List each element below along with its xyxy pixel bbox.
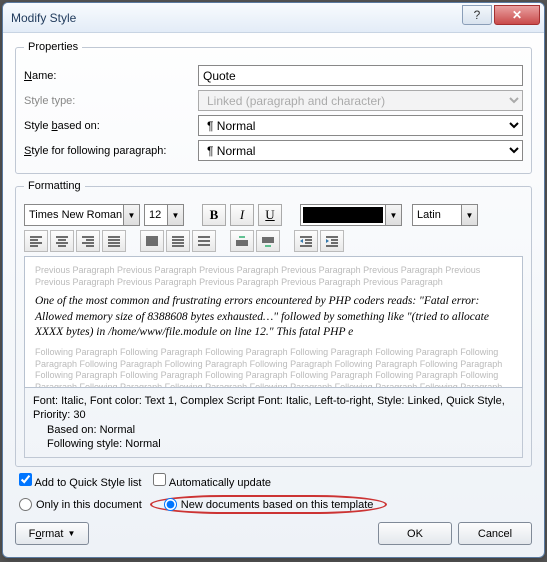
chevron-down-icon: ▼ <box>67 529 75 538</box>
align-right-button[interactable] <box>76 230 100 252</box>
preview-prev-text: Previous Paragraph Previous Paragraph Pr… <box>35 265 512 288</box>
font-size-select[interactable]: 12▼ <box>144 204 184 226</box>
help-button[interactable]: ? <box>462 5 492 25</box>
close-button[interactable]: ✕ <box>494 5 540 25</box>
formatting-legend: Formatting <box>24 180 85 192</box>
bold-button[interactable]: B <box>202 204 226 226</box>
align-left-icon <box>29 235 43 247</box>
indent-increase-button[interactable] <box>320 230 344 252</box>
following-label: Style for following paragraph: <box>24 145 192 157</box>
titlebar: Modify Style ? ✕ <box>3 3 544 33</box>
description-box: Font: Italic, Font color: Text 1, Comple… <box>24 388 523 458</box>
cancel-button[interactable]: Cancel <box>458 522 532 545</box>
align-justify-button[interactable] <box>102 230 126 252</box>
spacing-1-icon <box>145 235 159 247</box>
style-type-label: Style type: <box>24 95 192 107</box>
spacing-2-icon <box>197 235 211 247</box>
properties-legend: Properties <box>24 41 82 53</box>
add-quick-style-checkbox[interactable]: Add to Quick Style list <box>19 473 141 489</box>
preview-sample-text: One of the most common and frustrating e… <box>35 294 512 341</box>
formatting-group: Formatting Times New Roman▼ 12▼ B I U ▼ … <box>15 180 532 467</box>
new-docs-template-radio[interactable]: New documents based on this template <box>164 498 374 511</box>
name-input[interactable] <box>198 65 523 86</box>
preview-next-text: Following Paragraph Following Paragraph … <box>35 347 512 388</box>
spacing-15-button[interactable] <box>166 230 190 252</box>
chevron-down-icon: ▼ <box>167 205 183 225</box>
desc-line: Priority: 30 <box>33 408 514 422</box>
chevron-down-icon: ▼ <box>123 205 139 225</box>
italic-button[interactable]: I <box>230 204 254 226</box>
indent-decrease-button[interactable] <box>294 230 318 252</box>
based-on-label: Style based on: <box>24 120 192 132</box>
space-before-dec-button[interactable] <box>256 230 280 252</box>
align-justify-icon <box>107 235 121 247</box>
spacing-15-icon <box>171 235 185 247</box>
format-button[interactable]: Format▼ <box>15 522 89 545</box>
desc-line: Font: Italic, Font color: Text 1, Comple… <box>33 394 514 408</box>
space-before-dec-icon <box>261 235 275 247</box>
preview-pane: Previous Paragraph Previous Paragraph Pr… <box>24 256 523 388</box>
chevron-down-icon: ▼ <box>461 205 477 225</box>
auto-update-checkbox[interactable]: Automatically update <box>153 473 271 489</box>
align-center-button[interactable] <box>50 230 74 252</box>
based-on-select[interactable]: ¶ Normal <box>198 115 523 136</box>
highlight-callout: New documents based on this template <box>150 495 388 514</box>
space-before-inc-icon <box>235 235 249 247</box>
underline-button[interactable]: U <box>258 204 282 226</box>
style-type-select: Linked (paragraph and character) <box>198 90 523 111</box>
align-center-icon <box>55 235 69 247</box>
script-select[interactable]: Latin▼ <box>412 204 478 226</box>
spacing-1-button[interactable] <box>140 230 164 252</box>
font-color-select[interactable]: ▼ <box>300 204 402 226</box>
only-this-doc-radio[interactable]: Only in this document <box>19 498 142 511</box>
space-before-inc-button[interactable] <box>230 230 254 252</box>
align-left-button[interactable] <box>24 230 48 252</box>
chevron-down-icon: ▼ <box>385 205 401 225</box>
following-select[interactable]: ¶ Normal <box>198 140 523 161</box>
indent-decrease-icon <box>299 235 313 247</box>
modify-style-dialog: Modify Style ? ✕ Properties Name: Style … <box>2 2 545 558</box>
font-family-select[interactable]: Times New Roman▼ <box>24 204 140 226</box>
name-label: Name: <box>24 70 192 82</box>
window-title: Modify Style <box>11 11 462 25</box>
spacing-2-button[interactable] <box>192 230 216 252</box>
desc-line: Following style: Normal <box>47 437 514 451</box>
indent-increase-icon <box>325 235 339 247</box>
properties-group: Properties Name: Style type: Linked (par… <box>15 41 532 174</box>
desc-line: Based on: Normal <box>47 423 514 437</box>
ok-button[interactable]: OK <box>378 522 452 545</box>
align-right-icon <box>81 235 95 247</box>
